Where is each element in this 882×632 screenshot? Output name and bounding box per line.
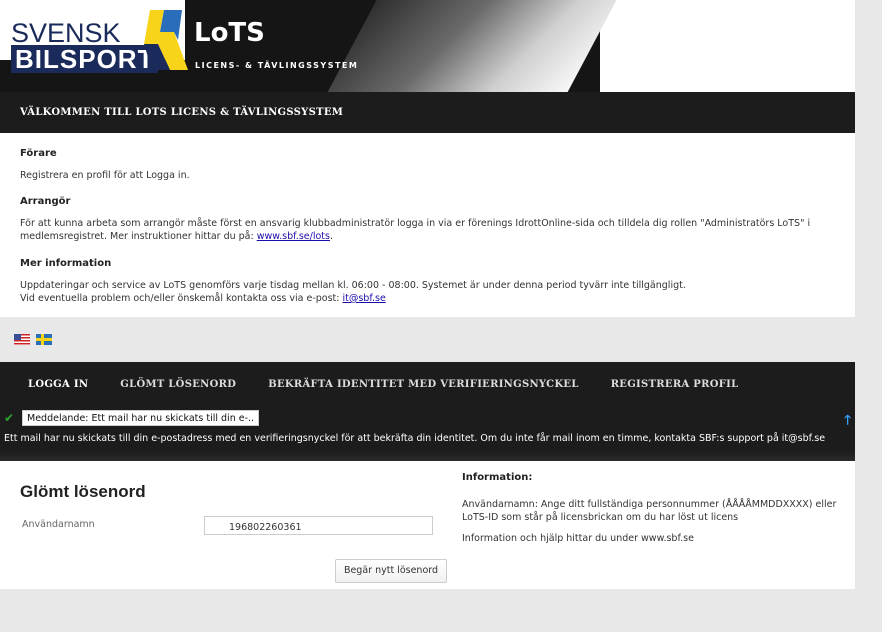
notification-bar: ✔ Meddelande: Ett mail har nu skickats t…	[0, 406, 855, 461]
flag-us-icon[interactable]	[14, 334, 30, 345]
app-title: LoTS	[194, 18, 265, 48]
app-subtitle: LICENS- & TÄVLINGSSYSTEM	[195, 61, 359, 70]
welcome-heading: VÄLKOMMEN TILL LOTS LICENS & TÄVLINGSSYS…	[0, 92, 855, 133]
side-info-text1: Användarnamn: Ange ditt fullständiga per…	[462, 499, 837, 523]
notification-toast[interactable]: Meddelande: Ett mail har nu skickats til…	[22, 410, 260, 426]
forare-text: Registrera en profil för att Logga in.	[20, 170, 190, 181]
nav-bekrafta-identitet[interactable]: BEKRÄFTA IDENTITET MED VERIFIERINGSNYCKE…	[268, 379, 579, 390]
main-nav: LOGGA IN GLÖMT LÖSENORD BEKRÄFTA IDENTIT…	[0, 362, 855, 406]
flag-se-icon[interactable]	[36, 334, 52, 345]
arrangor-text: För att kunna arbeta som arrangör måste …	[20, 218, 811, 242]
arrangor-heading: Arrangör	[20, 196, 71, 207]
side-information: Information: Användarnamn: Ange ditt ful…	[462, 471, 842, 553]
notification-message: Ett mail har nu skickats till din e-post…	[4, 433, 826, 444]
side-info-heading: Information:	[462, 472, 533, 483]
site-header: SVENSK BILSPORT LoTS LICENS- & TÄVLINGSS…	[0, 0, 855, 92]
arrow-up-icon[interactable]: 🡑	[844, 411, 851, 433]
request-password-button[interactable]: Begär nytt lösenord	[335, 559, 447, 583]
nav-glomt-losenord[interactable]: GLÖMT LÖSENORD	[120, 379, 236, 390]
toast-row: Meddelande: Ett mail har nu skickats til…	[16, 410, 855, 426]
page: SVENSK BILSPORT LoTS LICENS- & TÄVLINGSS…	[0, 0, 855, 589]
logo-text-svensk[interactable]: SVENSK	[11, 20, 121, 47]
check-icon: ✔	[4, 411, 15, 425]
arrangor-paragraph: För att kunna arbeta som arrangör måste …	[20, 217, 837, 243]
mer-info-heading: Mer information	[20, 258, 112, 269]
forare-heading: Förare	[20, 148, 57, 159]
email-link[interactable]: it@sbf.se	[342, 293, 385, 304]
language-switcher	[0, 317, 855, 362]
sbf-logo-icon[interactable]	[140, 10, 188, 70]
side-info-text2: Information och hjälp hittar du under ww…	[462, 533, 694, 544]
mer-info-paragraph: Uppdateringar och service av LoTS genomf…	[20, 279, 837, 305]
form-title: Glömt lösenord	[20, 482, 146, 501]
arrangor-end: .	[329, 231, 333, 242]
mer-info-text1: Uppdateringar och service av LoTS genomf…	[20, 280, 686, 291]
sbf-lots-link[interactable]: www.sbf.se/lots	[257, 231, 330, 242]
nav-registrera-profil[interactable]: REGISTRERA PROFIL	[611, 379, 739, 390]
forgot-password-form: Glömt lösenord Användarnamn Begär nytt l…	[0, 461, 855, 589]
info-panel: Förare Registrera en profil för att Logg…	[0, 133, 855, 317]
username-input[interactable]	[204, 516, 433, 535]
logo-text-bilsport[interactable]: BILSPORT	[11, 45, 159, 73]
mer-info-text2: Vid eventuella problem och/eller önskemå…	[20, 293, 343, 304]
nav-logga-in[interactable]: LOGGA IN	[28, 379, 88, 390]
username-label: Användarnamn	[22, 519, 95, 530]
